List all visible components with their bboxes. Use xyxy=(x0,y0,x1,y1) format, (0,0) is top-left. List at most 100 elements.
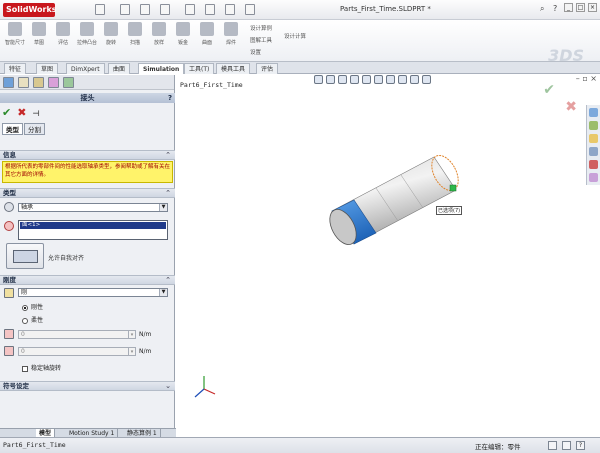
view-orientation-icon[interactable] xyxy=(362,75,371,84)
message-section-header[interactable]: 信息 ⌃ xyxy=(0,150,175,160)
rebuild-status-icon[interactable] xyxy=(548,441,557,450)
hide-show-icon[interactable] xyxy=(386,75,395,84)
confirm-ok-icon[interactable]: ✔ xyxy=(543,82,555,98)
pushpin-icon[interactable]: ⊣ xyxy=(32,109,39,118)
ribbon-small-item-0[interactable]: 设计算例 xyxy=(250,24,272,32)
feature-tree-icon[interactable] xyxy=(3,77,14,88)
status-help-icon[interactable]: ? xyxy=(576,441,585,450)
apply-scene-icon[interactable] xyxy=(410,75,419,84)
view-settings-icon[interactable] xyxy=(422,75,431,84)
save-icon[interactable] xyxy=(140,4,150,15)
help-button[interactable]: ? xyxy=(553,4,557,13)
zoom-area-icon[interactable] xyxy=(326,75,335,84)
stiffness-dropdown[interactable]: 刚 ▼ xyxy=(18,288,168,297)
sweep-icon xyxy=(128,22,142,36)
expand-chevron-icon[interactable]: ⌄ xyxy=(165,382,171,391)
radio-rigid[interactable]: 刚性 xyxy=(22,302,43,311)
select-icon[interactable] xyxy=(205,4,215,15)
ribbon-button-0[interactable]: 智能尺寸 xyxy=(4,22,26,58)
undo-icon[interactable] xyxy=(185,4,195,15)
print-icon[interactable] xyxy=(160,4,170,15)
tab-surface[interactable]: 曲面 xyxy=(108,63,131,74)
cylinder-model[interactable] xyxy=(296,145,496,275)
ribbon-button-5[interactable]: 扫描 xyxy=(124,22,146,58)
tab-mold-tools[interactable]: 模具工具 xyxy=(216,63,251,74)
options-icon[interactable] xyxy=(245,4,255,15)
appearances-icon[interactable] xyxy=(589,160,598,169)
flyout-tree-label[interactable]: Part6_First_Time xyxy=(180,81,243,89)
new-document-icon[interactable] xyxy=(95,4,105,15)
cancel-x-icon[interactable]: ✖ xyxy=(17,106,26,119)
symbol-section-header[interactable]: 符号设定 ⌄ xyxy=(0,381,175,391)
radio-flexible[interactable]: 柔性 xyxy=(22,315,43,324)
axial-stiffness-input[interactable]: 0 ▾ xyxy=(18,330,136,339)
search-icon[interactable]: ⌕ xyxy=(540,4,544,14)
tab-sketch[interactable]: 草图 xyxy=(36,63,59,74)
connector-type-dropdown[interactable]: 轴承 ▼ xyxy=(18,203,168,212)
viewport-window-controls[interactable]: – ▫ × xyxy=(576,75,597,83)
help-icon[interactable]: ? xyxy=(168,93,172,103)
self-align-button[interactable] xyxy=(6,243,44,269)
ok-check-icon[interactable]: ✔ xyxy=(2,106,11,119)
rebuild-icon[interactable] xyxy=(225,4,235,15)
tab-dimxpert[interactable]: DimXpert xyxy=(66,63,105,74)
message-box: 根据所代表的零部件间的性能选取轴承类型，参阅帮助或了解有关在其它方面的详情。 xyxy=(2,161,173,183)
configuration-icon[interactable] xyxy=(33,77,44,88)
ribbon-button-2[interactable]: 评估 xyxy=(52,22,74,58)
close-button[interactable]: × xyxy=(588,3,597,12)
lateral-stiffness-input[interactable]: 0 ▾ xyxy=(18,347,136,356)
maximize-button[interactable]: □ xyxy=(576,3,585,12)
stiffness-section-header[interactable]: 刚度 ⌃ xyxy=(0,275,175,285)
file-explorer-icon[interactable] xyxy=(589,134,598,143)
display-style-icon[interactable] xyxy=(374,75,383,84)
graphics-area[interactable]: Part6_First_Time – ▫ × ✔ ✖ 已选项(7) xyxy=(176,75,600,437)
stiffness-icon xyxy=(4,288,14,298)
ribbon-small-item-1[interactable]: 图解工具 xyxy=(250,36,272,44)
view-palette-icon[interactable] xyxy=(589,147,598,156)
ribbon-small-item-2[interactable]: 设置 xyxy=(250,48,261,56)
axial-unit: N/m xyxy=(139,331,152,338)
custom-properties-icon[interactable] xyxy=(589,173,598,182)
resources-icon[interactable] xyxy=(589,108,598,117)
section-view-icon[interactable] xyxy=(350,75,359,84)
property-tabs: 类型 分割 xyxy=(2,123,46,135)
selection-handle[interactable] xyxy=(449,184,457,192)
tab-simulation[interactable]: Simulation xyxy=(138,63,185,74)
collapse-chevron-icon[interactable]: ⌃ xyxy=(165,189,171,198)
display-manager-icon[interactable] xyxy=(63,77,74,88)
ribbon-button-3[interactable]: 拉伸凸台 xyxy=(76,22,98,58)
ribbon-button-7[interactable]: 钣金 xyxy=(172,22,194,58)
tab-type[interactable]: 类型 xyxy=(2,123,23,135)
edit-appearance-icon[interactable] xyxy=(398,75,407,84)
tab-features[interactable]: 特征 xyxy=(4,63,27,74)
type-section-header[interactable]: 类型 ⌃ xyxy=(0,188,175,198)
tab-split[interactable]: 分割 xyxy=(24,123,45,135)
ribbon-button-8[interactable]: 曲面 xyxy=(196,22,218,58)
selected-face-item[interactable]: 面<1> xyxy=(20,222,166,229)
units-icon[interactable] xyxy=(562,441,571,450)
design-library-icon[interactable] xyxy=(589,121,598,130)
dimxpert-icon[interactable] xyxy=(48,77,59,88)
collapse-chevron-icon[interactable]: ⌃ xyxy=(165,276,171,285)
command-manager-ribbon: 智能尺寸 草图 评估 拉伸凸台 旋转 扫描 放样 钣金 曲面 焊件 设计算例 图… xyxy=(0,20,600,65)
ribbon-button-4[interactable]: 旋转 xyxy=(100,22,122,58)
tab-tools[interactable]: 工具(T) xyxy=(184,63,215,74)
property-manager-icon[interactable] xyxy=(18,77,29,88)
minimize-button[interactable]: _ xyxy=(564,3,573,12)
confirm-cancel-icon[interactable]: ✖ xyxy=(565,99,577,115)
ribbon-button-9[interactable]: 焊件 xyxy=(220,22,242,58)
ribbon-button-6[interactable]: 放样 xyxy=(148,22,170,58)
zoom-to-fit-icon[interactable] xyxy=(314,75,323,84)
ribbon-button-1[interactable]: 草图 xyxy=(28,22,50,58)
status-part-name: Part6_First_Time xyxy=(3,441,66,449)
lateral-unit: N/m xyxy=(139,348,152,355)
extrude-icon xyxy=(80,22,94,36)
design-calc-button[interactable]: 设计计算 xyxy=(284,32,306,40)
stabilize-checkbox[interactable]: 稳定轴旋转 xyxy=(22,363,61,372)
collapse-chevron-icon[interactable]: ⌃ xyxy=(165,151,171,160)
checkbox-icon xyxy=(22,365,28,372)
selection-list[interactable]: 面<1> xyxy=(18,220,168,240)
previous-view-icon[interactable] xyxy=(338,75,347,84)
open-icon[interactable] xyxy=(120,4,130,15)
tab-evaluate[interactable]: 评估 xyxy=(256,63,279,74)
